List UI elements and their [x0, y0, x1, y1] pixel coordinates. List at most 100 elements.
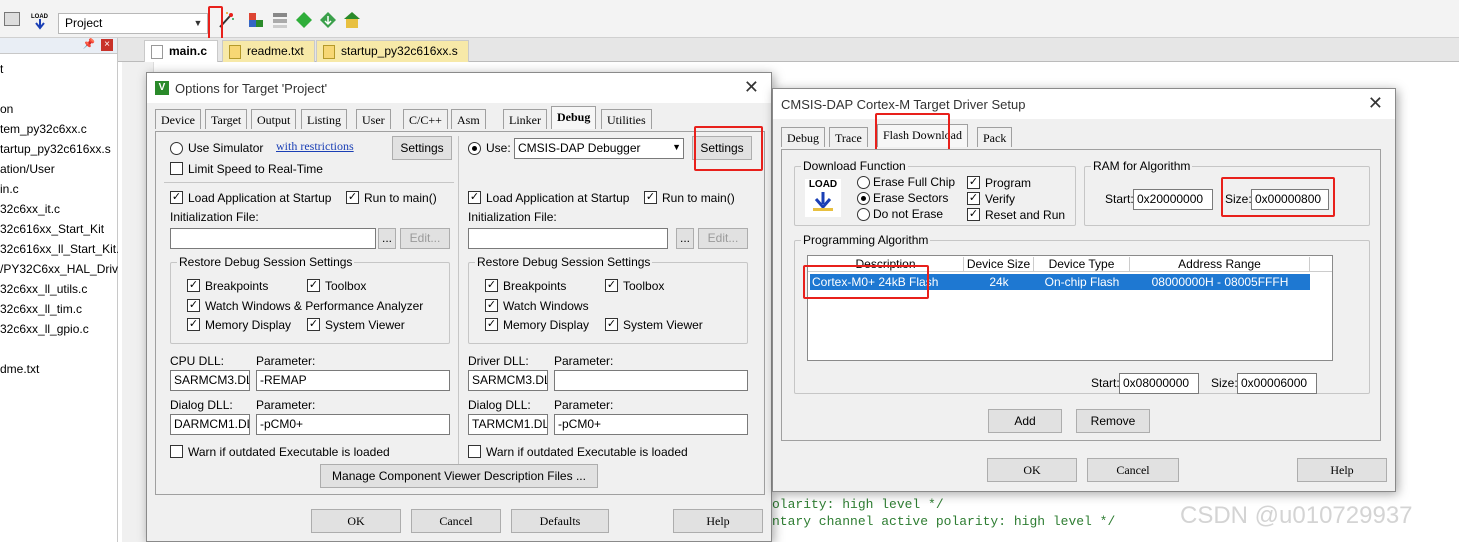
use-simulator-radio[interactable] — [170, 142, 183, 155]
limit-speed-checkbox[interactable] — [170, 162, 183, 175]
driver-param-input[interactable] — [554, 370, 748, 391]
column-address-range[interactable]: Address Range — [1130, 257, 1310, 271]
toolbox-checkbox[interactable]: ✓ — [605, 279, 618, 292]
tab-pack[interactable]: Pack — [977, 127, 1013, 147]
tab-startup[interactable]: startup_py32c616xx.s — [316, 40, 469, 62]
tab-linker[interactable]: Linker — [503, 109, 547, 129]
dialog-dll-input[interactable]: DARMCM1.DLL — [170, 414, 250, 435]
tree-item[interactable]: 32c616xx_Start_Kit — [0, 222, 104, 236]
column-device-size[interactable]: Device Size — [964, 257, 1034, 271]
cancel-button[interactable]: Cancel — [411, 509, 501, 533]
help-button[interactable]: Help — [673, 509, 763, 533]
use-debugger-radio[interactable] — [468, 142, 481, 155]
tree-item[interactable]: dme.txt — [0, 362, 39, 376]
tree-item[interactable]: 32c6xx_ll_gpio.c — [0, 322, 89, 336]
dialog-param-input[interactable]: -pCM0+ — [256, 414, 450, 435]
load-app-checkbox[interactable]: ✓ — [170, 191, 183, 204]
defaults-button[interactable]: Defaults — [511, 509, 609, 533]
breakpoints-checkbox[interactable]: ✓ — [187, 279, 200, 292]
watch-checkbox[interactable]: ✓ — [187, 299, 200, 312]
init-file-input[interactable] — [170, 228, 376, 249]
tree-item[interactable]: 32c6xx_ll_utils.c — [0, 282, 87, 296]
tab-user[interactable]: User — [356, 109, 391, 129]
ok-button[interactable]: OK — [987, 458, 1077, 482]
dialog-param-input[interactable]: -pCM0+ — [554, 414, 748, 435]
load-icon[interactable]: LOAD — [30, 10, 50, 30]
diamond-green-icon[interactable] — [294, 10, 314, 30]
watch-checkbox[interactable]: ✓ — [485, 299, 498, 312]
tab-target[interactable]: Target — [205, 109, 248, 129]
tab-debug[interactable]: Debug — [551, 106, 597, 129]
system-viewer-checkbox[interactable]: ✓ — [307, 318, 320, 331]
manage-component-viewer-button[interactable]: Manage Component Viewer Description File… — [320, 464, 598, 488]
tab-asm[interactable]: Asm — [451, 109, 486, 129]
tree-item[interactable]: t — [0, 62, 3, 76]
tab-utilities[interactable]: Utilities — [601, 109, 652, 129]
do-not-erase-radio[interactable] — [857, 208, 870, 221]
tab-device[interactable]: Device — [155, 109, 201, 129]
component-icon[interactable] — [246, 10, 266, 30]
ram-start-input[interactable]: 0x20000000 — [1133, 189, 1213, 210]
tree-item[interactable]: /PY32C6xx_HAL_Drive — [0, 262, 125, 276]
tree-item[interactable]: in.c — [0, 182, 19, 196]
system-viewer-checkbox[interactable]: ✓ — [605, 318, 618, 331]
close-icon[interactable]: ✕ — [1368, 94, 1383, 112]
tab-trace[interactable]: Trace — [829, 127, 868, 147]
debugger-select[interactable]: CMSIS-DAP Debugger ▼ — [514, 138, 684, 159]
program-checkbox[interactable]: ✓ — [967, 176, 980, 189]
diamond-arrow-icon[interactable] — [318, 10, 338, 30]
alg-start-input[interactable]: 0x08000000 — [1119, 373, 1199, 394]
browse-button[interactable]: ... — [378, 228, 396, 249]
chevron-down-icon[interactable]: ▼ — [672, 142, 681, 152]
close-icon[interactable]: × — [101, 39, 113, 51]
run-to-main-checkbox[interactable]: ✓ — [644, 191, 657, 204]
verify-checkbox[interactable]: ✓ — [967, 192, 980, 205]
help-button[interactable]: Help — [1297, 458, 1387, 482]
memory-checkbox[interactable]: ✓ — [485, 318, 498, 331]
house-icon[interactable] — [342, 10, 362, 30]
target-combo[interactable]: Project ▼ — [58, 13, 208, 34]
cpu-dll-input[interactable]: SARMCM3.DLL — [170, 370, 250, 391]
pin-icon[interactable]: 📌 — [83, 39, 95, 50]
erase-sectors-radio[interactable] — [857, 192, 870, 205]
edit-button[interactable]: Edit... — [698, 228, 748, 249]
tab-output[interactable]: Output — [251, 109, 297, 129]
tree-item[interactable]: tartup_py32c616xx.s — [0, 142, 111, 156]
memory-checkbox[interactable]: ✓ — [187, 318, 200, 331]
browse-button[interactable]: ... — [676, 228, 694, 249]
warn-checkbox[interactable] — [468, 445, 481, 458]
tree-item[interactable]: 32c616xx_ll_Start_Kit.c — [0, 242, 125, 256]
tab-readme[interactable]: readme.txt — [222, 40, 315, 62]
reset-run-checkbox[interactable]: ✓ — [967, 208, 980, 221]
cancel-button[interactable]: Cancel — [1087, 458, 1179, 482]
run-to-main-checkbox[interactable]: ✓ — [346, 191, 359, 204]
tab-listing[interactable]: Listing — [301, 109, 348, 129]
init-file-input[interactable] — [468, 228, 668, 249]
tab-c-cpp[interactable]: C/C++ — [403, 109, 448, 129]
grid-icon[interactable] — [4, 12, 20, 26]
tree-item[interactable]: ation/User — [0, 162, 55, 176]
chevron-down-icon[interactable]: ▼ — [191, 16, 205, 31]
erase-full-radio[interactable] — [857, 176, 870, 189]
driver-dll-input[interactable]: SARMCM3.DLL — [468, 370, 548, 391]
alg-size-input[interactable]: 0x00006000 — [1237, 373, 1317, 394]
tree-item[interactable]: on — [0, 102, 13, 116]
tree-item[interactable]: tem_py32c6xx.c — [0, 122, 87, 136]
cpu-param-input[interactable]: -REMAP — [256, 370, 450, 391]
breakpoints-checkbox[interactable]: ✓ — [485, 279, 498, 292]
with-restrictions-link[interactable]: with restrictions — [276, 139, 354, 154]
dialog-dll-input[interactable]: TARMCM1.DLL — [468, 414, 548, 435]
tab-debug[interactable]: Debug — [781, 127, 825, 147]
tab-main-c[interactable]: main.c — [144, 40, 219, 62]
column-device-type[interactable]: Device Type — [1034, 257, 1130, 271]
load-app-checkbox[interactable]: ✓ — [468, 191, 481, 204]
add-button[interactable]: Add — [988, 409, 1062, 433]
tree-item[interactable]: 32c6xx_ll_tim.c — [0, 302, 82, 316]
remove-button[interactable]: Remove — [1076, 409, 1150, 433]
stack-icon[interactable] — [270, 10, 290, 30]
simulator-settings-button[interactable]: Settings — [392, 136, 452, 160]
tree-item[interactable]: 32c6xx_it.c — [0, 202, 60, 216]
toolbox-checkbox[interactable]: ✓ — [307, 279, 320, 292]
warn-checkbox[interactable] — [170, 445, 183, 458]
edit-button[interactable]: Edit... — [400, 228, 450, 249]
